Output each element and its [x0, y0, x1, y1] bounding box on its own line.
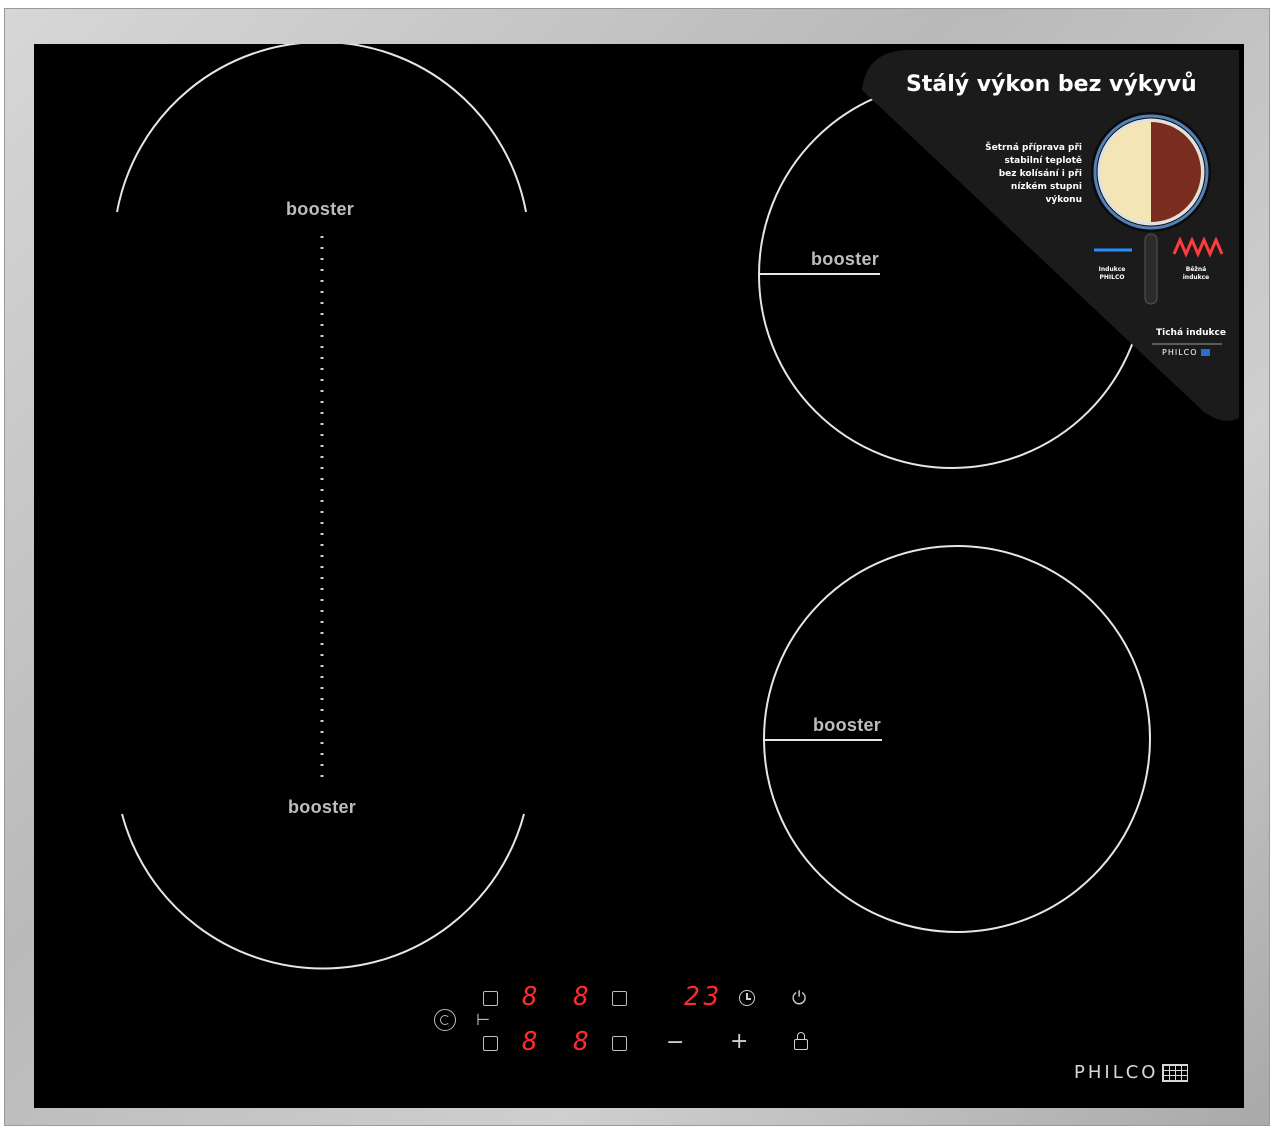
bottom-right-zone-booster-label: booster [813, 715, 882, 735]
promo-description-line: stabilní teplotě [1004, 156, 1083, 166]
clock-icon[interactable] [739, 990, 755, 1006]
zone-select-bottom-left-button[interactable] [483, 1036, 498, 1051]
lock-icon[interactable] [794, 1032, 808, 1050]
child-lock-icon[interactable] [434, 1009, 456, 1031]
zone-select-bottom-right-button[interactable] [612, 1036, 627, 1051]
top-right-zone-booster-label: booster [811, 249, 880, 269]
zone-select-top-right-button[interactable] [612, 991, 627, 1006]
promo-description-line: výkonu [1045, 195, 1082, 205]
induction-common-caption-line: indukce [1182, 274, 1210, 281]
bridge-zone-bottom-booster-label: booster [288, 797, 357, 817]
steel-frame: booster booster booster booster Stálý vý… [4, 8, 1270, 1126]
induction-philco-caption-line: Indukce [1098, 266, 1126, 273]
bridge-zone-icon[interactable]: ⊢ [476, 1010, 490, 1029]
bridge-zone-bottom-arc [121, 813, 525, 970]
minus-button[interactable]: − [666, 1030, 684, 1055]
plus-button[interactable]: + [730, 1029, 748, 1054]
promo-brand: PHILCO [1162, 348, 1210, 357]
ceramic-glass-top: booster booster booster booster Stálý vý… [34, 44, 1244, 1108]
display-bottom: 8 8 [522, 1027, 599, 1057]
philco-logo-text: PHILCO [1074, 1062, 1159, 1083]
induction-common-caption-line: Běžná [1185, 266, 1207, 273]
display-top: 8 8 [522, 982, 599, 1012]
promo-brand-logo-icon [1200, 349, 1210, 356]
promo-headline: Stálý výkon bez výkyvů [906, 72, 1197, 97]
promo-description-line: bez kolísání i při [998, 169, 1082, 179]
promo-description: Šetrná příprava při stabilní teplotě bez… [974, 142, 1082, 207]
promo-description-line: nízkém stupni [1010, 182, 1082, 192]
induction-philco-caption: Indukce PHILCO [1090, 266, 1134, 282]
bridge-zone-top-arc [116, 44, 527, 213]
power-icon[interactable]: ⏻ [792, 988, 806, 1009]
induction-common-caption: Běžná indukce [1174, 266, 1218, 282]
philco-grid-icon [1162, 1063, 1189, 1082]
timer-display: 23 [684, 982, 724, 1012]
zone-select-top-left-button[interactable] [483, 991, 498, 1006]
philco-logo: PHILCO [1074, 1062, 1189, 1083]
promo-panel-bg [862, 50, 1239, 421]
promo-description-line: Šetrná příprava při [985, 143, 1082, 153]
quiet-induction-label: Tichá indukce [1156, 328, 1226, 338]
induction-philco-caption-line: PHILCO [1099, 274, 1125, 281]
bridge-zone-top-booster-label: booster [286, 199, 355, 219]
promo-brand-name: PHILCO [1162, 348, 1198, 357]
